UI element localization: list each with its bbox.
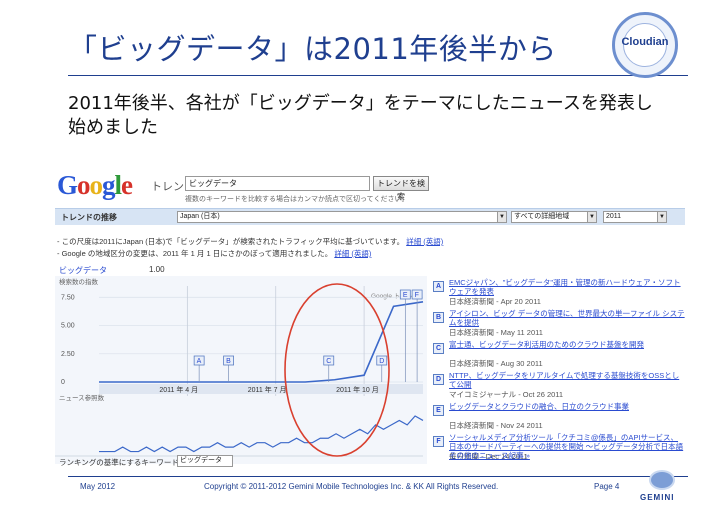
x-tick-label: 2011 年 4 月 bbox=[159, 385, 198, 394]
news-badge: C bbox=[433, 343, 444, 354]
search-trends-button[interactable]: トレンドを検索 bbox=[373, 176, 429, 201]
footer-copyright: Copyright © 2011-2012 Gemini Mobile Tech… bbox=[204, 482, 499, 491]
news-item[interactable]: C 富士通、ビッグデータ利活用のためのクラウド基盤を開発 日本経済新聞 - Aug … bbox=[433, 340, 685, 372]
keyword-select[interactable]: ビッグデータ bbox=[177, 455, 233, 467]
region-select-value: Japan (日本) bbox=[180, 213, 220, 220]
news-title-link[interactable]: NTTP、ビッグデータをリアルタイムで処理する基盤技術をOSSとして公開 bbox=[449, 371, 685, 389]
gemini-brand: GEMINI bbox=[640, 493, 675, 502]
annotation-label: F bbox=[415, 292, 419, 299]
google-logo: Google bbox=[57, 170, 133, 201]
highlight-ellipse bbox=[284, 283, 390, 457]
year-select[interactable]: 2011 ▼ bbox=[603, 211, 667, 223]
news-source: 日本経済新聞 - Aug 30 2011 bbox=[449, 359, 543, 368]
news-title-link[interactable]: アイシロン、ビッグ データの管理に、世界最大の単一ファイル システムを提供 bbox=[449, 309, 685, 327]
year-select-value: 2011 bbox=[606, 213, 622, 220]
annotation-label: E bbox=[403, 292, 408, 299]
chevron-down-icon: ▼ bbox=[587, 212, 596, 222]
footer-divider bbox=[68, 476, 688, 477]
annotation-label: D bbox=[379, 358, 384, 365]
region-note-text: - Google の地域区分の変更は、2011 年 1 月 1 日にさかのぼって… bbox=[57, 249, 333, 258]
region-note: - Google の地域区分の変更は、2011 年 1 月 1 日にさかのぼって… bbox=[57, 248, 371, 259]
slide-title: 「ビッグデータ」は2011年後半から bbox=[68, 32, 557, 66]
details-link[interactable]: 詳細 (英語) bbox=[406, 237, 443, 246]
google-logo-letter: g bbox=[102, 170, 115, 200]
keyword-select-value: ビッグデータ bbox=[180, 457, 222, 464]
news-item[interactable]: D NTTP、ビッグデータをリアルタイムで処理する基盤技術をOSSとして公開 マイコ… bbox=[433, 371, 685, 403]
news-badge: B bbox=[433, 312, 444, 323]
y-tick-label: 7.50 bbox=[61, 294, 75, 301]
google-logo-letter: o bbox=[89, 170, 103, 200]
news-title-link[interactable]: 富士通、ビッグデータ利活用のためのクラウド基盤を開発 bbox=[449, 340, 685, 349]
search-index-label: 検索数の指数 bbox=[59, 277, 99, 286]
google-trends-screenshot: Google トレンド ビッグデータ トレンドを検索 複数のキーワードを比較する… bbox=[55, 168, 685, 470]
news-item[interactable]: E ビッグデータとクラウドの融合、日立のクラウド事業 日本経済新聞 - Nov 24… bbox=[433, 402, 685, 434]
news-item[interactable]: A EMCジャパン、"ビッグデータ"運用・管理の新ハードウェア・ソフトウェアを発表… bbox=[433, 278, 685, 310]
news-volume-label: ニュース参照数 bbox=[59, 393, 105, 402]
y-tick-label: 5.00 bbox=[61, 323, 75, 330]
news-badge: F bbox=[433, 436, 444, 447]
google-logo-letter: e bbox=[121, 170, 133, 200]
x-tick-label: 2011 年 7 月 bbox=[248, 385, 287, 394]
scale-note: - この尺度は2011にJapan (日本)で「ビッグデータ」が検索されたトラフ… bbox=[57, 236, 443, 247]
search-input[interactable]: ビッグデータ bbox=[185, 176, 370, 191]
google-logo-letter: G bbox=[57, 170, 78, 200]
keyword-label: ランキングの基準にするキーワード bbox=[59, 458, 179, 467]
y-tick-label: 0 bbox=[61, 379, 65, 386]
news-badge: E bbox=[433, 405, 444, 416]
title-divider bbox=[68, 75, 688, 76]
trend-label: トレンドの推移 bbox=[61, 213, 117, 222]
scale-note-text: - この尺度は2011にJapan (日本)で「ビッグデータ」が検索されたトラフ… bbox=[57, 237, 405, 246]
region-select[interactable]: Japan (日本) ▼ bbox=[177, 211, 507, 223]
search-hint: 複数のキーワードを比較する場合はカンマか読点で区切ってください。 bbox=[185, 196, 409, 203]
y-tick-label: 2.50 bbox=[61, 351, 75, 358]
news-source: 日本経済新聞 - May 11 2011 bbox=[449, 328, 543, 337]
search-volume-line bbox=[99, 301, 424, 383]
news-title-link[interactable]: ソーシャルメディア分析ツール「クチコミ@係長」のAPIサービス、日本のサードパー… bbox=[449, 433, 685, 451]
slide-body-text: 2011年後半、各社が「ビッグデータ」をテーマにしたニュースを発表し始めました bbox=[68, 93, 653, 138]
series-name[interactable]: ビッグデータ bbox=[59, 265, 107, 276]
logo-text: Cloudian bbox=[621, 36, 669, 48]
news-source: 日本経済新聞 - Apr 20 2011 bbox=[449, 297, 541, 306]
news-volume-line bbox=[99, 415, 424, 453]
x-tick-label: 2011 年 10 月 bbox=[336, 385, 379, 394]
annotation-label: C bbox=[326, 358, 331, 365]
search-volume-chart: 検索数の指数Google トレンド7.505.002.5002011 年 4 月… bbox=[55, 277, 424, 457]
details-link[interactable]: 詳細 (英語) bbox=[334, 249, 371, 258]
gemini-logo-icon bbox=[649, 470, 675, 490]
subregion-select-value: すべての詳細地域 bbox=[514, 213, 570, 220]
google-logo-letter: o bbox=[77, 170, 90, 200]
news-title-link[interactable]: ビッグデータとクラウドの融合、日立のクラウド事業 bbox=[449, 402, 685, 411]
news-badge: D bbox=[433, 374, 444, 385]
cloudian-logo: Cloudian bbox=[612, 12, 678, 78]
annotation-label: B bbox=[226, 358, 231, 365]
annotation-label: A bbox=[197, 358, 202, 365]
news-item[interactable]: B アイシロン、ビッグ データの管理に、世界最大の単一ファイル システムを提供 日本… bbox=[433, 309, 685, 341]
news-title-link[interactable]: EMCジャパン、"ビッグデータ"運用・管理の新ハードウェア・ソフトウェアを発表 bbox=[449, 278, 685, 296]
news-badge: A bbox=[433, 281, 444, 292]
series-value: 1.00 bbox=[149, 265, 165, 274]
chevron-down-icon: ▼ bbox=[657, 212, 666, 222]
more-news-link[interactable]: その他のニュース記事 » bbox=[449, 450, 530, 461]
news-source: 日本経済新聞 - Nov 24 2011 bbox=[449, 421, 543, 430]
footer-date: May 2012 bbox=[80, 482, 116, 491]
subregion-select[interactable]: すべての詳細地域 ▼ bbox=[511, 211, 597, 223]
chevron-down-icon: ▼ bbox=[497, 212, 506, 222]
news-source: マイコミジャーナル - Oct 26 2011 bbox=[449, 390, 564, 399]
page-number: Page 4 bbox=[594, 482, 620, 491]
